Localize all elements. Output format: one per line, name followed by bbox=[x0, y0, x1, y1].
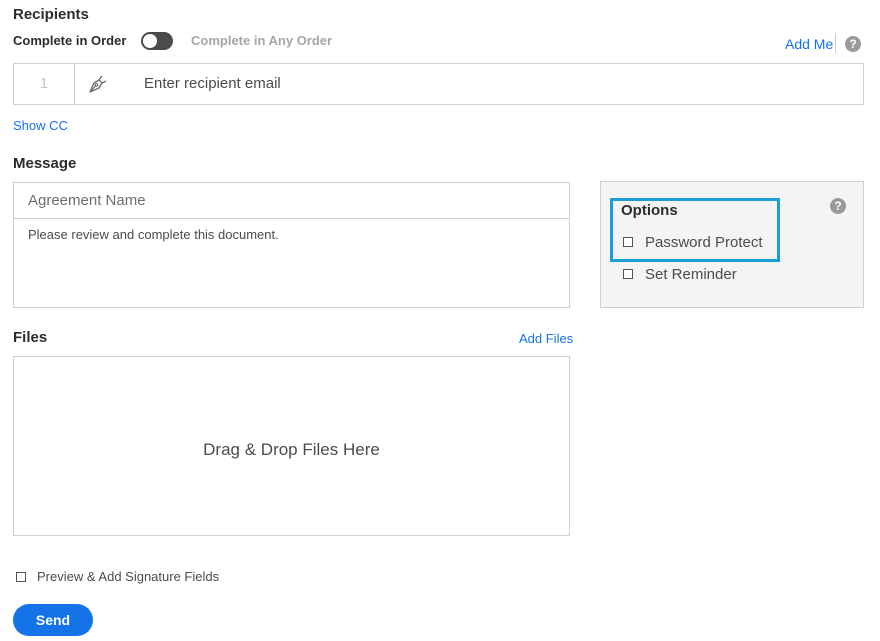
file-drop-zone[interactable]: Drag & Drop Files Here bbox=[13, 356, 570, 536]
preview-checkbox[interactable] bbox=[16, 572, 26, 582]
password-protect-checkbox[interactable] bbox=[623, 237, 633, 247]
pen-nib-icon[interactable] bbox=[86, 73, 108, 95]
complete-any-order-label: Complete in Any Order bbox=[191, 33, 333, 48]
message-body[interactable]: Please review and complete this document… bbox=[28, 227, 279, 242]
message-box: Agreement Name Please review and complet… bbox=[13, 182, 570, 308]
help-icon[interactable]: ? bbox=[845, 36, 861, 52]
files-title: Files bbox=[13, 329, 48, 346]
preview-label[interactable]: Preview & Add Signature Fields bbox=[37, 569, 219, 584]
recipients-title: Recipients bbox=[13, 6, 89, 23]
set-reminder-label[interactable]: Set Reminder bbox=[645, 266, 737, 283]
toggle-knob bbox=[143, 34, 157, 48]
divider bbox=[835, 33, 836, 53]
message-title: Message bbox=[13, 155, 77, 172]
set-reminder-checkbox[interactable] bbox=[623, 269, 633, 279]
complete-in-order-label: Complete in Order bbox=[13, 33, 127, 48]
recipient-number: 1 bbox=[14, 64, 75, 104]
recipient-row: 1 Enter recipient email bbox=[13, 63, 864, 105]
send-button[interactable]: Send bbox=[13, 604, 93, 636]
agreement-name-field[interactable]: Agreement Name bbox=[14, 183, 569, 219]
add-files-link[interactable]: Add Files bbox=[519, 331, 573, 346]
password-protect-label[interactable]: Password Protect bbox=[645, 234, 763, 251]
drop-zone-text: Drag & Drop Files Here bbox=[203, 440, 380, 459]
add-me-link[interactable]: Add Me bbox=[785, 36, 833, 52]
order-toggle[interactable] bbox=[141, 32, 173, 50]
options-title: Options bbox=[621, 202, 678, 219]
show-cc-link[interactable]: Show CC bbox=[13, 118, 68, 133]
options-help-icon[interactable]: ? bbox=[830, 198, 846, 214]
agreement-name-placeholder: Agreement Name bbox=[28, 192, 146, 209]
recipient-email-input[interactable]: Enter recipient email bbox=[144, 75, 281, 92]
